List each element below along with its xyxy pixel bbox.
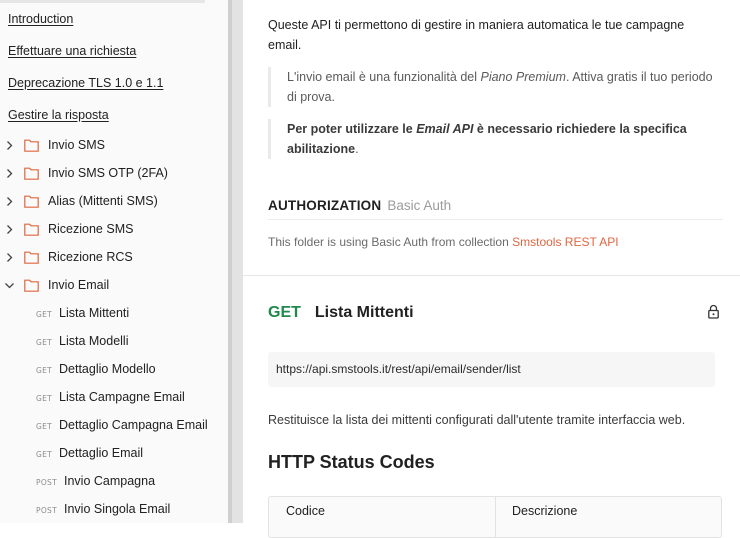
method-badge: POST	[36, 506, 57, 515]
method-badge: GET	[36, 338, 53, 347]
doc-link-effettuare-richiesta[interactable]: Effettuare una richiesta	[8, 44, 136, 58]
method-badge: GET	[36, 394, 53, 403]
method-badge: GET	[36, 450, 53, 459]
folder-invio-sms-otp[interactable]: Invio SMS OTP (2FA)	[0, 163, 228, 185]
request-label: Lista Campagne Email	[59, 390, 185, 404]
request-lista-campagne-email[interactable]: GET Lista Campagne Email	[0, 387, 228, 409]
collection-link[interactable]: Smstools REST API	[512, 235, 618, 249]
endpoint-header: GET Lista Mittenti	[268, 304, 414, 322]
note-text: .	[355, 142, 359, 156]
endpoint-url[interactable]: https://api.smstools.it/rest/api/email/s…	[268, 352, 715, 387]
folder-label: Alias (Mittenti SMS)	[48, 194, 158, 208]
request-lista-mittenti[interactable]: GET Lista Mittenti	[0, 303, 228, 325]
table-column-divider	[495, 497, 496, 537]
folder-icon	[24, 251, 39, 264]
doc-link-introduction[interactable]: Introduction	[8, 12, 73, 26]
method-badge: GET	[36, 310, 53, 319]
table-header-codice: Codice	[286, 504, 325, 518]
authorization-header: AUTHORIZATION Basic Auth	[268, 198, 451, 213]
request-label: Lista Modelli	[59, 334, 129, 348]
request-lista-modelli[interactable]: GET Lista Modelli	[0, 331, 228, 353]
folder-icon	[24, 167, 39, 180]
method-badge: POST	[36, 478, 57, 487]
folder-icon	[24, 195, 39, 208]
premium-note: L'invio email è una funzionalità del Pia…	[268, 67, 737, 107]
status-codes-table: Codice Descrizione	[268, 496, 722, 538]
authorization-title: AUTHORIZATION	[268, 198, 382, 213]
table-header-descrizione: Descrizione	[512, 504, 578, 518]
note-text: è necessario richiedere la specifica	[473, 122, 687, 136]
folder-ricezione-sms[interactable]: Ricezione SMS	[0, 219, 228, 241]
status-codes-heading: HTTP Status Codes	[268, 452, 435, 472]
chevron-right-icon[interactable]	[4, 168, 15, 179]
folder-open-icon	[24, 279, 39, 292]
request-label: Dettaglio Campagna Email	[59, 418, 208, 432]
chevron-right-icon[interactable]	[4, 224, 15, 235]
note-api-name: Email API	[416, 122, 474, 136]
authorization-text: This folder is using Basic Auth from col…	[268, 235, 513, 249]
endpoint-description: Restituisce la lista dei mittenti config…	[268, 413, 686, 427]
folder-label: Invio SMS OTP (2FA)	[48, 166, 168, 180]
request-dettaglio-campagna-email[interactable]: GET Dettaglio Campagna Email	[0, 415, 228, 437]
authorization-type: Basic Auth	[387, 198, 452, 213]
request-label: Lista Mittenti	[59, 306, 130, 320]
note-text: di prova.	[287, 90, 335, 104]
scrollbar-track[interactable]	[232, 0, 243, 523]
enable-note: Per poter utilizzare le Email API è nece…	[268, 119, 737, 159]
note-text: Per poter utilizzare le	[287, 122, 417, 136]
request-label: Invio Singola Email	[64, 502, 171, 516]
intro-text-line1: Queste API ti permettono di gestire in m…	[268, 18, 685, 32]
chevron-right-icon[interactable]	[4, 140, 15, 151]
folder-icon	[24, 139, 39, 152]
folder-invio-email[interactable]: Invio Email	[0, 275, 228, 297]
sidebar-top-divider	[0, 0, 205, 3]
folder-alias-mittenti[interactable]: Alias (Mittenti SMS)	[0, 191, 228, 213]
divider	[268, 219, 723, 220]
folder-label: Invio SMS	[48, 138, 105, 152]
folder-invio-sms[interactable]: Invio SMS	[0, 135, 228, 157]
sidebar: Introduction Effettuare una richiesta De…	[0, 0, 228, 523]
folder-label: Invio Email	[48, 278, 110, 292]
request-dettaglio-modello[interactable]: GET Dettaglio Modello	[0, 359, 228, 381]
folder-icon	[24, 223, 39, 236]
note-text: abilitazione	[287, 142, 356, 156]
folder-label: Ricezione SMS	[48, 222, 134, 236]
note-text: . Attiva gratis il tuo periodo	[565, 70, 713, 84]
folder-label: Ricezione RCS	[48, 250, 133, 264]
folder-ricezione-rcs[interactable]: Ricezione RCS	[0, 247, 228, 269]
doc-link-deprecazione-tls[interactable]: Deprecazione TLS 1.0 e 1.1	[8, 76, 163, 90]
endpoint-method: GET	[268, 304, 301, 321]
request-dettaglio-email[interactable]: GET Dettaglio Email	[0, 443, 228, 465]
section-divider	[243, 275, 740, 276]
chevron-down-icon[interactable]	[4, 280, 15, 291]
method-badge: GET	[36, 366, 53, 375]
lock-icon[interactable]	[707, 304, 720, 319]
doc-link-gestire-risposta[interactable]: Gestire la risposta	[8, 108, 109, 122]
note-plan-name: Piano Premium	[480, 70, 566, 84]
note-text: L'invio email è una funzionalità del	[287, 70, 481, 84]
intro-text-line2: email.	[268, 38, 302, 52]
request-label: Dettaglio Email	[59, 446, 144, 460]
request-invio-singola-email[interactable]: POST Invio Singola Email	[0, 499, 228, 521]
endpoint-name: Lista Mittenti	[314, 304, 414, 321]
main-content: Queste API ti permettono di gestire in m…	[243, 0, 740, 538]
authorization-description: This folder is using Basic Auth from col…	[268, 235, 619, 249]
request-label: Dettaglio Modello	[59, 362, 156, 376]
chevron-right-icon[interactable]	[4, 196, 15, 207]
request-invio-campagna[interactable]: POST Invio Campagna	[0, 471, 228, 493]
method-badge: GET	[36, 422, 53, 431]
request-label: Invio Campagna	[64, 474, 156, 488]
chevron-right-icon[interactable]	[4, 252, 15, 263]
